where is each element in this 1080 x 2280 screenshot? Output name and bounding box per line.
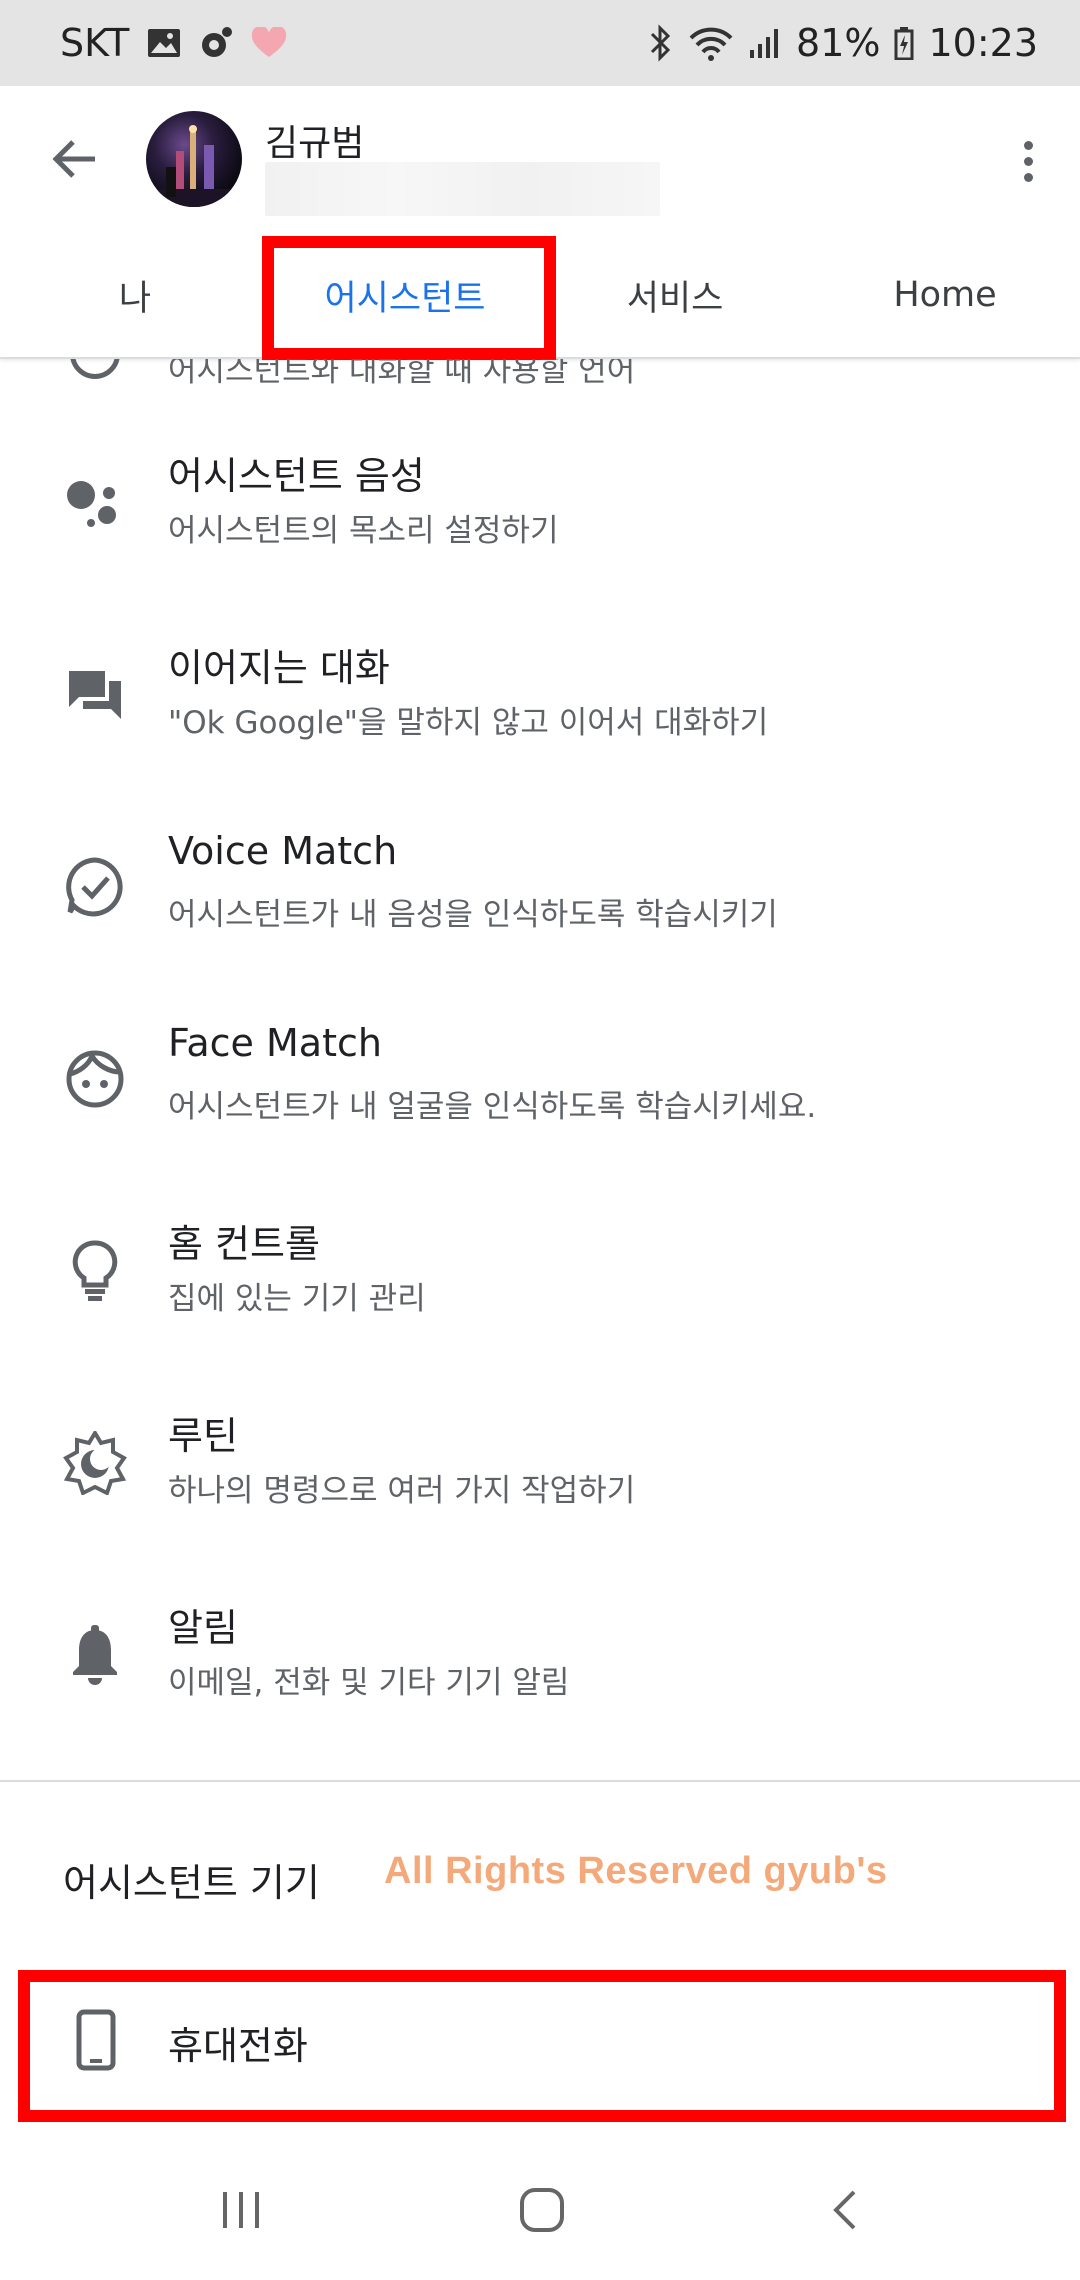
chat-icon [60,660,130,730]
setting-subtitle: 어시스턴트가 내 얼굴을 인식하도록 학습시키세요. [168,1089,817,1125]
more-vert-icon [1023,140,1033,150]
home-icon [520,2188,564,2232]
user-email-redacted [265,162,660,216]
clock: 10:23 [928,21,1038,65]
status-bar: SKT 81% 10:23 [0,0,1080,86]
setting-subtitle: 어시스턴트의 목소리 설정하기 [168,513,559,549]
bluetooth-icon [648,24,674,62]
arrow-back-icon [52,140,95,178]
face-icon [60,1044,130,1114]
highlight-box-tab [262,236,556,360]
assistant-devices-heading: 어시스턴트 기기 [63,1861,320,1905]
setting-subtitle: "Ok Google"을 말하지 않고 이어서 대화하기 [168,705,769,741]
language-subtitle: 어시스턴트와 대화할 때 사용할 언어 [168,359,636,389]
setting-subtitle: 어시스턴트가 내 음성을 인식하도록 학습시키기 [168,897,778,933]
user-name: 김규범 [265,123,365,164]
bell-icon [60,1620,130,1690]
gallery-icon [147,28,181,58]
setting-home-control[interactable]: 홈 컨트롤 집에 있는 기기 관리 [0,1175,1080,1367]
system-nav-bar [0,2140,1080,2280]
setting-title: 루틴 [168,1414,238,1458]
avatar[interactable] [146,111,242,207]
heart-icon [251,27,287,59]
setting-title: 이어지는 대화 [168,646,390,690]
chevron-left-icon [833,2190,856,2230]
battery-percent: 81% [796,21,881,65]
recents-button[interactable] [196,2175,286,2245]
setting-title: 알림 [168,1606,238,1650]
more-options-button[interactable] [998,126,1058,196]
setting-face-match[interactable]: Face Match 어시스턴트가 내 얼굴을 인식하도록 학습시키세요. [0,983,1080,1175]
watermark-text: All Rights Reserved gyub's [384,1850,888,1892]
setting-notifications[interactable]: 알림 이메일, 전화 및 기타 기기 알림 [0,1559,1080,1751]
setting-title: 어시스턴트 음성 [168,454,425,498]
setting-title: 홈 컨트롤 [168,1222,320,1266]
setting-subtitle: 하나의 명령으로 여러 가지 작업하기 [168,1473,636,1509]
setting-subtitle: 집에 있는 기기 관리 [168,1281,426,1317]
assistant-dots-icon [60,468,130,538]
avatar-image [146,125,242,207]
lightbulb-icon [60,1236,130,1306]
setting-routines[interactable]: 루틴 하나의 명령으로 여러 가지 작업하기 [0,1367,1080,1559]
camera-icon [199,26,233,60]
setting-title: Face Match [168,1021,382,1065]
battery-icon [894,26,914,60]
setting-title: Voice Match [168,829,398,873]
wifi-icon [688,24,734,62]
setting-continued-conversation[interactable]: 이어지는 대화 "Ok Google"을 말하지 않고 이어서 대화하기 [0,599,1080,791]
app-header: 김규범 [0,86,1080,231]
routine-icon [60,1428,130,1498]
home-button[interactable] [497,2175,587,2245]
highlight-box-device [18,1970,1066,2122]
voice-match-icon [60,852,130,922]
setting-assistant-voice[interactable]: 어시스턴트 음성 어시스턴트의 목소리 설정하기 [0,407,1080,599]
section-divider [0,1780,1080,1782]
tab-me[interactable]: 나 [40,231,230,359]
setting-subtitle: 이메일, 전화 및 기타 기기 알림 [168,1665,570,1701]
tab-services[interactable]: 서비스 [560,231,790,359]
signal-icon [748,26,782,60]
tab-home[interactable]: Home [830,231,1060,359]
recents-icon [223,2192,259,2228]
back-button[interactable] [40,124,110,194]
setting-voice-match[interactable]: Voice Match 어시스턴트가 내 음성을 인식하도록 학습시키기 [0,791,1080,983]
carrier-label: SKT [60,21,130,65]
language-row-partial[interactable]: 어시스턴트와 대화할 때 사용할 언어 [0,359,1080,409]
back-nav-button[interactable] [800,2175,890,2245]
language-icon [70,359,120,379]
